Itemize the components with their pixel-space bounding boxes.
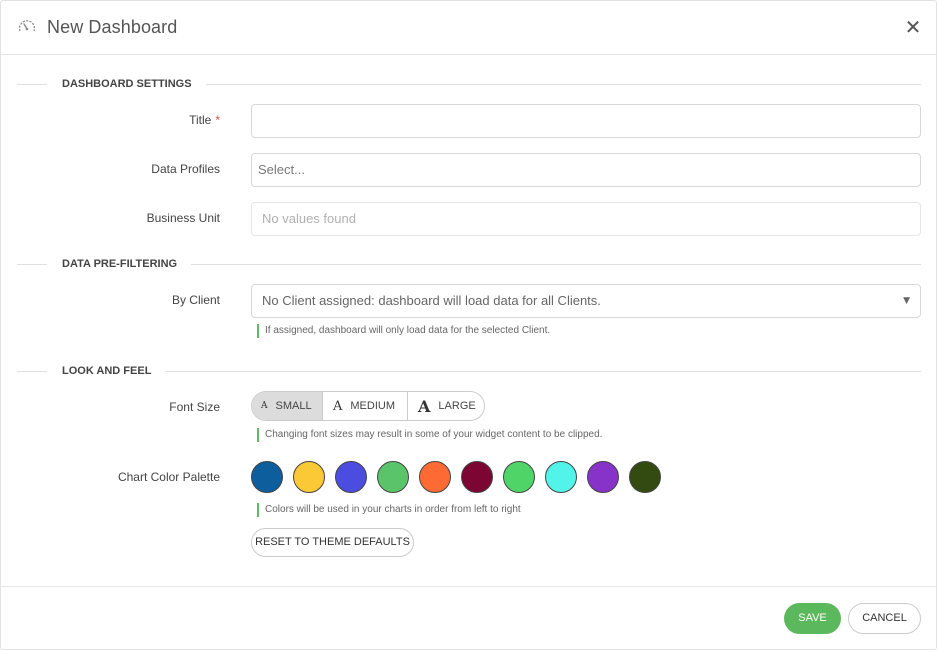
font-size-option-label: MEDIUM bbox=[350, 400, 395, 412]
dialog-title: New Dashboard bbox=[47, 17, 178, 37]
dialog-header: New Dashboard ✕ bbox=[1, 1, 936, 55]
by-client-select[interactable]: No Client assigned: dashboard will load … bbox=[251, 284, 921, 318]
divider bbox=[17, 371, 47, 372]
by-client-help: If assigned, dashboard will only load da… bbox=[257, 324, 550, 338]
section-title: DATA PRE-FILTERING bbox=[62, 257, 192, 271]
color-swatch-2[interactable] bbox=[293, 461, 325, 493]
font-size-label: Font Size bbox=[169, 400, 220, 414]
section-title: LOOK AND FEEL bbox=[62, 364, 166, 378]
color-swatch-1[interactable] bbox=[251, 461, 283, 493]
color-palette-help: Colors will be used in your charts in or… bbox=[257, 503, 521, 517]
close-icon[interactable]: ✕ bbox=[904, 15, 922, 39]
gauge-icon bbox=[18, 20, 36, 32]
business-unit-label: Business Unit bbox=[146, 211, 220, 225]
reset-theme-defaults-button[interactable]: RESET TO THEME DEFAULTS bbox=[251, 528, 414, 557]
font-size-large-button[interactable]: A LARGE bbox=[408, 392, 484, 420]
title-input[interactable] bbox=[251, 104, 921, 138]
font-size-toggle-group: A SMALL A MEDIUM A LARGE bbox=[251, 391, 485, 421]
color-swatch-8[interactable] bbox=[545, 461, 577, 493]
divider bbox=[17, 84, 47, 85]
business-unit-select: No values found bbox=[251, 202, 921, 236]
caret-down-icon: ▼ bbox=[903, 296, 910, 306]
data-profiles-select[interactable]: Select... bbox=[251, 153, 921, 187]
title-label: Title * bbox=[1, 112, 220, 128]
save-button[interactable]: SAVE bbox=[784, 603, 841, 634]
font-size-small-icon: A bbox=[261, 401, 268, 411]
font-size-option-label: LARGE bbox=[438, 400, 476, 412]
by-client-label: By Client bbox=[171, 293, 220, 307]
section-dashboard-settings: DASHBOARD SETTINGS bbox=[17, 77, 921, 91]
font-size-medium-button[interactable]: A MEDIUM bbox=[323, 392, 408, 420]
by-client-value: No Client assigned: dashboard will load … bbox=[262, 293, 601, 308]
chart-color-palette-label: Chart Color Palette bbox=[117, 470, 220, 484]
required-mark: * bbox=[215, 113, 220, 127]
color-swatch-7[interactable] bbox=[503, 461, 535, 493]
font-size-large-icon: A bbox=[418, 396, 431, 416]
color-swatch-9[interactable] bbox=[587, 461, 619, 493]
section-title: DASHBOARD SETTINGS bbox=[62, 77, 206, 91]
section-look-and-feel: LOOK AND FEEL bbox=[17, 364, 921, 378]
divider bbox=[177, 264, 921, 265]
color-swatch-3[interactable] bbox=[335, 461, 367, 493]
divider bbox=[17, 264, 47, 265]
color-swatch-4[interactable] bbox=[377, 461, 409, 493]
font-size-option-label: SMALL bbox=[275, 400, 312, 412]
font-size-medium-icon: A bbox=[333, 398, 343, 414]
color-swatch-10[interactable] bbox=[629, 461, 661, 493]
font-size-help: Changing font sizes may result in some o… bbox=[257, 428, 602, 442]
new-dashboard-dialog: New Dashboard ✕ DASHBOARD SETTINGS Title… bbox=[0, 0, 937, 650]
data-profiles-placeholder: Select... bbox=[258, 162, 305, 177]
divider bbox=[147, 371, 921, 372]
footer-divider bbox=[1, 586, 936, 587]
cancel-button[interactable]: CANCEL bbox=[848, 603, 921, 634]
data-profiles-label: Data Profiles bbox=[151, 162, 220, 176]
title-label-text: Title bbox=[189, 113, 212, 127]
color-swatch-5[interactable] bbox=[419, 461, 451, 493]
font-size-small-button[interactable]: A SMALL bbox=[252, 392, 323, 420]
business-unit-placeholder: No values found bbox=[262, 211, 356, 226]
section-data-pre-filtering: DATA PRE-FILTERING bbox=[17, 257, 921, 271]
color-swatch-6[interactable] bbox=[461, 461, 493, 493]
divider bbox=[187, 84, 921, 85]
